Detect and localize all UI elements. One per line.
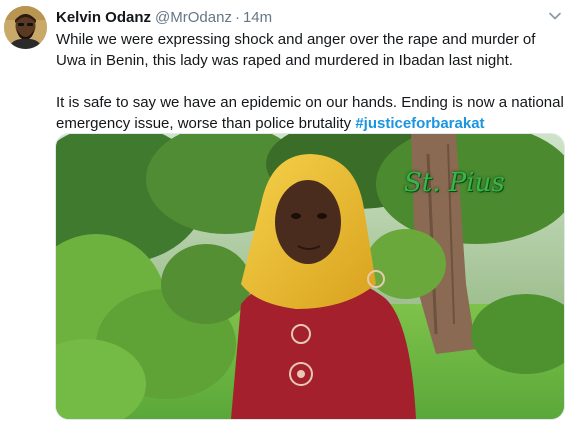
photo-watermark: St. Pius [404,168,505,198]
tweet-header: Kelvin Odanz @MrOdanz · 14m [56,9,272,27]
tweet-text: While we were expressing shock and anger… [56,29,566,134]
tweet-paragraph: While we were expressing shock and anger… [56,31,536,69]
author-name[interactable]: Kelvin Odanz [56,9,151,26]
tweet[interactable]: Kelvin Odanz @MrOdanz · 14m While we were e… [0,0,570,424]
tweet-paragraph: It is safe to say we have an epidemic on… [56,92,566,134]
tweet-paragraph-text: It is safe to say we have an epidemic on… [56,94,564,132]
author-handle[interactable]: @MrOdanz [155,9,232,26]
avatar[interactable] [4,6,47,49]
avatar-image [4,6,47,49]
timestamp[interactable]: 14m [243,9,272,26]
separator-dot: · [234,9,240,26]
hashtag-link[interactable]: #justiceforbarakat [355,115,484,132]
tweet-menu-button[interactable] [547,8,563,24]
chevron-down-icon [549,12,561,20]
